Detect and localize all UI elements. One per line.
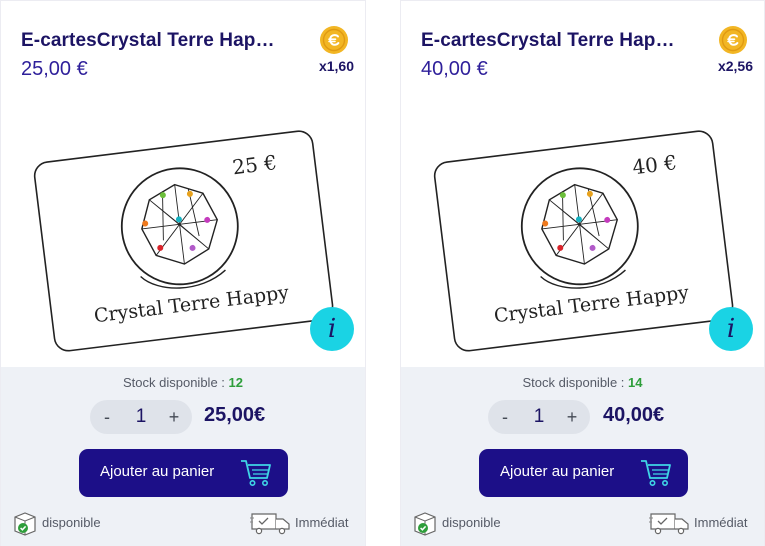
stock-count: 14 <box>628 375 643 390</box>
purchase-panel: Stock disponible : 14 - 1 + 40,00€ Ajout… <box>401 367 764 546</box>
quantity-value[interactable]: 1 <box>522 400 556 434</box>
delivery-status: Immédiat <box>649 510 753 536</box>
stock-line: Stock disponible : 12 <box>1 375 365 390</box>
product-grid: E-cartesCrystal Terre Hap… 25,00 € x1,60… <box>0 0 765 546</box>
coin-icon <box>320 26 348 54</box>
product-title[interactable]: E-cartesCrystal Terre Hap… <box>421 30 693 52</box>
availability-text: disponible <box>442 515 501 530</box>
stock-label: Stock disponible : <box>522 375 625 390</box>
add-to-cart-button[interactable]: Ajouter au panier <box>479 449 688 497</box>
quantity-value[interactable]: 1 <box>124 400 158 434</box>
line-total: 25,00€ <box>204 404 266 426</box>
line-total: 40,00€ <box>603 404 665 426</box>
product-title[interactable]: E-cartesCrystal Terre Hap… <box>21 30 293 52</box>
add-to-cart-button[interactable]: Ajouter au panier <box>79 449 288 497</box>
increment-button[interactable]: + <box>160 400 188 434</box>
info-icon[interactable]: i <box>310 307 354 351</box>
decrement-button[interactable]: - <box>94 400 120 434</box>
product-price: 25,00 € <box>21 58 88 80</box>
truck-icon <box>649 513 689 535</box>
stock-line: Stock disponible : 14 <box>401 375 764 390</box>
box-check-icon <box>414 512 436 536</box>
product-card: E-cartesCrystal Terre Hap… 25,00 € x1,60… <box>0 0 366 546</box>
coin-icon <box>719 26 747 54</box>
product-price: 40,00 € <box>421 58 488 80</box>
delivery-status: Immédiat <box>250 510 354 536</box>
add-to-cart-label: Ajouter au panier <box>500 463 615 480</box>
quantity-stepper: - 1 + <box>488 400 590 434</box>
add-to-cart-label: Ajouter au panier <box>100 463 215 480</box>
cart-icon <box>241 460 271 486</box>
truck-icon <box>250 513 290 535</box>
quantity-stepper: - 1 + <box>90 400 192 434</box>
delivery-text: Immédiat <box>694 515 748 530</box>
increment-button[interactable]: + <box>558 400 586 434</box>
gift-card-image[interactable]: 40 € Crystal Terre Happy <box>423 111 743 361</box>
availability-text: disponible <box>42 515 101 530</box>
gift-card-image[interactable]: 25 € Crystal Terre Happy <box>23 111 343 361</box>
loyalty-multiplier: x2,56 <box>717 58 753 74</box>
cart-icon <box>641 460 671 486</box>
purchase-panel: Stock disponible : 12 - 1 + 25,00€ Ajout… <box>1 367 365 546</box>
stock-count: 12 <box>228 375 243 390</box>
loyalty-multiplier: x1,60 <box>318 58 354 74</box>
stock-label: Stock disponible : <box>123 375 225 390</box>
decrement-button[interactable]: - <box>492 400 518 434</box>
product-card: E-cartesCrystal Terre Hap… 40,00 € x2,56… <box>400 0 765 546</box>
delivery-text: Immédiat <box>295 515 349 530</box>
box-check-icon <box>14 512 36 536</box>
info-icon[interactable]: i <box>709 307 753 351</box>
